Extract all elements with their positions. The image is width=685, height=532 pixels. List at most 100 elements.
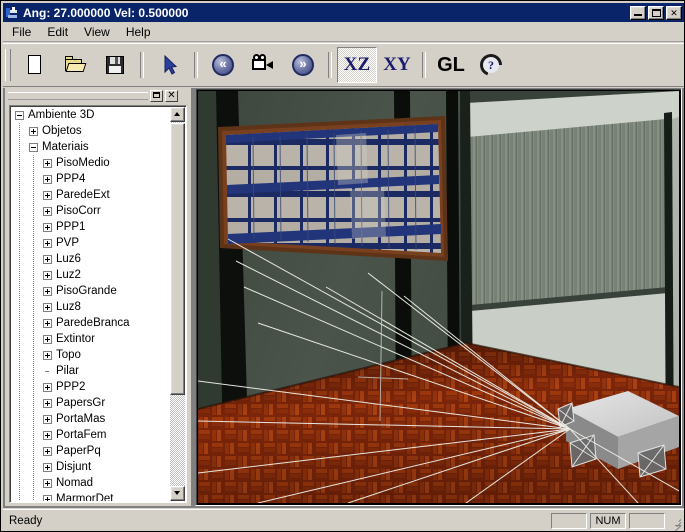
view-xz-button[interactable]: XZ	[337, 47, 377, 83]
menu-item-edit[interactable]: Edit	[40, 24, 75, 40]
panel-maximize-button[interactable]	[150, 90, 163, 102]
resize-grip[interactable]	[668, 514, 682, 531]
toolbar-separator-3	[328, 52, 332, 78]
tree-item[interactable]: ParedeExt	[11, 187, 171, 203]
scene-tree-view[interactable]: Ambiente 3D Objetos Materiais PisoMedio PPP4…	[9, 105, 187, 503]
window-title: Ang: 27.000000 Vel: 0.500000	[23, 5, 189, 20]
tree-item-label: PaperPq	[56, 445, 101, 457]
tree-expand-icon[interactable]	[43, 302, 52, 312]
tree-item[interactable]: PPP4	[11, 171, 171, 187]
tree-collapse-icon[interactable]	[29, 142, 38, 152]
tree-item[interactable]: PPP2	[11, 379, 171, 395]
tree-item-label: Materiais	[42, 141, 89, 153]
tree-expand-icon[interactable]	[43, 430, 52, 440]
maximize-button[interactable]	[648, 5, 664, 20]
tree-vertical-scrollbar[interactable]	[170, 107, 185, 501]
tree-expand-icon[interactable]	[43, 222, 52, 232]
tree-item[interactable]: Disjunt	[11, 459, 171, 475]
tree-expand-icon[interactable]	[43, 494, 52, 501]
status-panel-num-label: NUM	[595, 514, 621, 527]
tree-item[interactable]: Materiais	[11, 139, 171, 155]
toolbar: « » XZ XY GL ?	[3, 43, 684, 87]
tree-item[interactable]: PVP	[11, 235, 171, 251]
tree-item[interactable]: ParedeBranca	[11, 315, 171, 331]
view-gl-button[interactable]: GL	[431, 47, 471, 83]
tree-item[interactable]: PapersGr	[11, 395, 171, 411]
next-step-button[interactable]: »	[283, 47, 323, 83]
tree-item-label: PPP2	[56, 381, 86, 393]
tree-item[interactable]: PortaMas	[11, 411, 171, 427]
tree-guide-line	[19, 203, 20, 219]
tree-item[interactable]: Luz2	[11, 267, 171, 283]
previous-step-button[interactable]: «	[203, 47, 243, 83]
scroll-up-button[interactable]	[170, 107, 185, 122]
tree-expand-icon[interactable]	[43, 270, 52, 280]
tree-expand-icon[interactable]	[43, 382, 52, 392]
tree-expand-icon[interactable]	[43, 462, 52, 472]
tree-item[interactable]: PisoGrande	[11, 283, 171, 299]
close-button[interactable]: ✕	[666, 5, 682, 20]
save-button[interactable]	[95, 47, 135, 83]
help-button[interactable]: ?	[471, 47, 511, 83]
menu-item-view[interactable]: View	[77, 24, 117, 40]
panel-caption-bar[interactable]: ✕	[5, 88, 191, 104]
tree-expand-icon[interactable]	[43, 286, 52, 296]
tree-expand-icon[interactable]	[43, 318, 52, 328]
tree-item-label: PPP1	[56, 221, 86, 233]
tree-item[interactable]: MarmorDet	[11, 491, 171, 501]
tree-item[interactable]: Extintor	[11, 331, 171, 347]
pointer-arrow-icon	[157, 53, 181, 77]
tree-item[interactable]: Ambiente 3D	[11, 107, 171, 123]
view-xy-button[interactable]: XY	[377, 47, 417, 83]
tree-expand-icon[interactable]	[43, 158, 52, 168]
tree-item[interactable]: Nomad	[11, 475, 171, 491]
client-area: ✕ Ambiente 3D Objetos Materiais PisoMedio PP…	[3, 88, 684, 508]
menu-item-file[interactable]: File	[5, 24, 38, 40]
tree-guide-line	[19, 475, 20, 491]
tree-expand-icon[interactable]	[43, 478, 52, 488]
tree-collapse-icon[interactable]	[15, 110, 24, 120]
tree-expand-icon[interactable]	[43, 350, 52, 360]
tree-item[interactable]: Objetos	[11, 123, 171, 139]
tree-item[interactable]: Topo	[11, 347, 171, 363]
tree-item[interactable]: PisoCorr	[11, 203, 171, 219]
menu-item-edit-label: Edit	[47, 25, 69, 39]
tree-item[interactable]: PortaFem	[11, 427, 171, 443]
tree-guide-line	[33, 267, 34, 283]
panel-drag-grip[interactable]	[8, 92, 148, 100]
toolbar-grip[interactable]	[5, 49, 11, 81]
opengl-viewport[interactable]	[198, 91, 679, 503]
tree-expand-icon[interactable]	[43, 414, 52, 424]
open-file-button[interactable]	[55, 47, 95, 83]
camera-button[interactable]	[243, 47, 283, 83]
tree-expand-icon[interactable]	[43, 238, 52, 248]
tree-expand-icon[interactable]	[43, 190, 52, 200]
panel-close-button[interactable]: ✕	[165, 90, 178, 102]
tree-expand-icon[interactable]	[43, 206, 52, 216]
tree-item[interactable]: PisoMedio	[11, 155, 171, 171]
menu-item-help[interactable]: Help	[119, 24, 158, 40]
tree-item[interactable]: Pilar	[11, 363, 171, 379]
tree-expand-icon[interactable]	[43, 398, 52, 408]
tree-item[interactable]: Luz8	[11, 299, 171, 315]
tree-item-label: Luz2	[56, 269, 81, 281]
tree-item-label: PisoCorr	[56, 205, 101, 217]
tree-expand-icon[interactable]	[43, 334, 52, 344]
tree-item[interactable]: PaperPq	[11, 443, 171, 459]
tree-expand-icon[interactable]	[43, 446, 52, 456]
tree-expand-icon[interactable]	[29, 126, 38, 136]
tree-item[interactable]: Luz6	[11, 251, 171, 267]
tree-guide-line	[33, 459, 34, 475]
scroll-down-button[interactable]	[170, 486, 185, 501]
tree-expand-icon[interactable]	[43, 254, 52, 264]
title-bar[interactable]: Ang: 27.000000 Vel: 0.500000 ✕	[3, 3, 684, 22]
select-pointer-button[interactable]	[149, 47, 189, 83]
minimize-button[interactable]	[630, 5, 646, 20]
menu-bar: File Edit View Help	[3, 23, 684, 42]
new-document-button[interactable]	[15, 47, 55, 83]
tree-item[interactable]: PPP1	[11, 219, 171, 235]
tree-guide-line	[33, 299, 34, 315]
tree-expand-icon[interactable]	[43, 174, 52, 184]
toolbar-separator-1	[140, 52, 144, 78]
scrollbar-thumb[interactable]	[170, 123, 185, 395]
